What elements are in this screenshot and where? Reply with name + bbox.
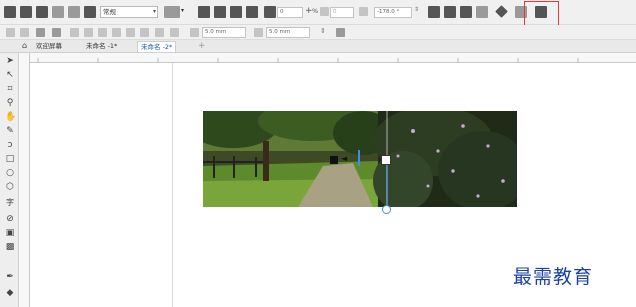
pan-tool-icon[interactable]: ✋ (5, 112, 16, 122)
chevron-down-icon: ▾ (152, 8, 156, 15)
rectangle-tool-icon[interactable]: □ (5, 154, 15, 164)
height-icon (254, 28, 263, 37)
tool-icon[interactable] (20, 28, 29, 37)
zoom-tool-icon[interactable]: ⚲ (5, 98, 15, 108)
style-combo[interactable]: 常规 ▾ (100, 6, 158, 18)
page-border (172, 63, 173, 307)
tab-untitled-1[interactable]: 未命名 -1* (83, 41, 120, 52)
new-tab-button[interactable]: + (198, 41, 206, 51)
angle-field[interactable]: -178.0 ° (374, 7, 412, 18)
transparency-tool-icon[interactable]: ▩ (5, 242, 15, 252)
percent-symbol: % (312, 7, 319, 15)
node-type-icon[interactable] (52, 28, 61, 37)
width-icon (190, 28, 199, 37)
tab-label: 未命名 -1* (86, 42, 118, 50)
mode-icon[interactable] (214, 6, 226, 18)
tool-icon[interactable] (170, 28, 179, 37)
tool-icon[interactable] (112, 28, 121, 37)
transparency-slider[interactable] (358, 150, 360, 166)
text-tool-icon[interactable]: 字 (5, 198, 15, 208)
vertical-ruler[interactable] (19, 53, 30, 307)
mirror-icon[interactable] (428, 6, 440, 18)
rotation-handle[interactable] (382, 205, 391, 214)
artistic-media-icon[interactable]: ↄ (5, 140, 15, 150)
ruler-ticks (37, 58, 579, 63)
outline-width-field[interactable]: 0 (277, 7, 303, 18)
tool-icon[interactable] (84, 28, 93, 37)
home-icon[interactable]: ⌂ (22, 41, 27, 50)
transparency-value: 0 (333, 9, 337, 15)
tab-welcome[interactable]: 欢迎屏幕 (33, 41, 65, 52)
height-field[interactable]: 5.0 mm (266, 27, 310, 38)
dimension-tool-icon[interactable]: ⊘ (5, 214, 15, 224)
mode-icon[interactable] (198, 6, 210, 18)
effect-icon[interactable] (20, 6, 32, 18)
horizontal-ruler[interactable] (30, 53, 636, 63)
photo-image (203, 111, 517, 207)
mirror-icon[interactable] (444, 6, 456, 18)
toolbox: ➤ ↖ ⌗ ⚲ ✋ ✎ ↄ □ ○ ⬡ 字 ⊘ ▣ ▩ ✒ ◆ (0, 53, 19, 307)
tool-icon[interactable] (98, 28, 107, 37)
tool-icon[interactable] (6, 28, 15, 37)
mode-icon[interactable] (230, 6, 242, 18)
ellipse-tool-icon[interactable]: ○ (5, 168, 15, 178)
tab-untitled-2[interactable]: 未命名 -2* (137, 41, 177, 52)
lock-ratio-icon[interactable] (336, 28, 345, 37)
outline-width-value: 0 (280, 9, 284, 15)
crop-tool-icon[interactable]: ⌗ (5, 84, 15, 94)
transparency-start-handle[interactable] (330, 156, 338, 164)
style-combo-value: 常规 (103, 8, 116, 16)
spin-icon[interactable]: ⇕ (414, 6, 419, 13)
diamond-icon[interactable] (495, 5, 508, 18)
tool-icon[interactable] (36, 28, 45, 37)
effect-icon[interactable] (52, 6, 64, 18)
height-value: 5.0 mm (269, 29, 291, 35)
effect-icon[interactable] (84, 6, 96, 18)
effect-icon[interactable] (68, 6, 80, 18)
property-bar: 5.0 mm 5.0 mm ⇕ (0, 25, 636, 40)
arrow-left-icon: ◄ (341, 154, 348, 163)
fill-tool-icon[interactable]: ◆ (5, 288, 15, 298)
transparency-field[interactable]: 0 (330, 7, 354, 18)
photo-object[interactable] (203, 111, 517, 207)
tool-icon[interactable] (126, 28, 135, 37)
watermark-text: 最需教育 (513, 266, 594, 288)
width-field[interactable]: 5.0 mm (202, 27, 246, 38)
tab-label: 未命名 -2* (141, 43, 173, 51)
shadow-tool-icon[interactable]: ▣ (5, 228, 15, 238)
node-icon[interactable] (476, 6, 488, 18)
eyedropper-tool-icon[interactable]: ✒ (5, 272, 15, 282)
effect-icon[interactable] (4, 6, 16, 18)
shape-tool-icon[interactable]: ↖ (5, 70, 15, 80)
chevron-down-icon[interactable]: ▾ (181, 7, 184, 14)
polygon-tool-icon[interactable]: ⬡ (5, 182, 15, 192)
pick-tool-icon[interactable]: ➤ (5, 56, 15, 66)
tool-icon[interactable] (140, 28, 149, 37)
transparency-icon (320, 7, 329, 16)
spin-icon[interactable]: ⇕ (320, 27, 326, 35)
tab-label: 欢迎屏幕 (36, 42, 62, 50)
tool-icon[interactable] (70, 28, 79, 37)
transparency-end-handle[interactable] (381, 155, 391, 165)
tool-icon[interactable] (155, 28, 164, 37)
angle-value: -178.0 ° (377, 9, 400, 15)
pattern-icon[interactable] (164, 6, 180, 18)
mirror-icon[interactable] (460, 6, 472, 18)
transparency-axis (386, 160, 387, 206)
effect-icon[interactable] (36, 6, 48, 18)
mode-icon[interactable] (246, 6, 258, 18)
add-node-icon[interactable] (359, 7, 368, 16)
freehand-tool-icon[interactable]: ✎ (5, 126, 15, 136)
outline-width-icon (264, 6, 276, 18)
width-value: 5.0 mm (205, 29, 227, 35)
